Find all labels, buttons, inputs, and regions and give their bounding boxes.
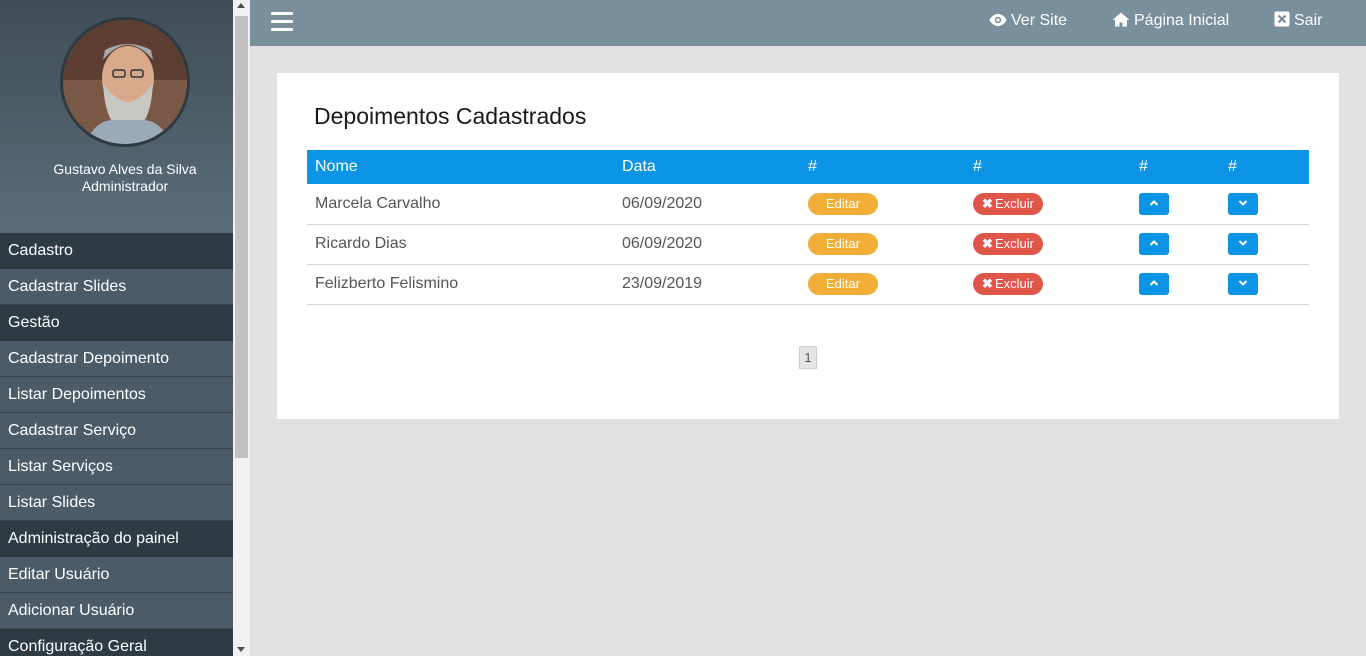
user-name: Gustavo Alves da Silva — [53, 161, 197, 177]
menu-header-administracao: Administração do painel — [0, 521, 233, 557]
move-down-button[interactable] — [1228, 192, 1258, 215]
menu-item-listar-servicos[interactable]: Listar Serviços — [0, 449, 233, 485]
sidebar-scrollbar[interactable] — [233, 0, 250, 656]
scroll-up-icon[interactable] — [237, 3, 245, 8]
menu-item-listar-slides[interactable]: Listar Slides — [0, 485, 233, 521]
cell-nome: Marcela Carvalho — [315, 194, 441, 212]
sair-link[interactable]: Sair — [1274, 0, 1322, 46]
x-icon: ✖ — [982, 195, 993, 211]
x-icon: ✖ — [982, 236, 993, 251]
column-header-move-up: # — [1139, 158, 1148, 175]
delete-button[interactable]: ✖ Excluir — [973, 233, 1043, 255]
hamburger-menu-icon[interactable] — [271, 12, 293, 32]
delete-label: Excluir — [994, 195, 1034, 211]
menu-header-gestao: Gestão — [0, 305, 233, 341]
chevron-down-icon — [1238, 240, 1248, 246]
content-card: Depoimentos Cadastrados Nome Data # # # … — [277, 73, 1339, 419]
column-header-data: Data — [622, 158, 656, 175]
column-header-nome: Nome — [315, 158, 358, 175]
column-header-edit: # — [808, 158, 817, 175]
delete-label: Excluir — [994, 276, 1034, 291]
chevron-down-icon — [1238, 280, 1248, 286]
chevron-up-icon — [1149, 280, 1159, 286]
delete-button[interactable]: ✖ Excluir — [973, 192, 1043, 215]
user-profile: Gustavo Alves da Silva Administrador — [0, 0, 233, 233]
sidebar: Gustavo Alves da Silva Administrador Cad… — [0, 0, 233, 656]
menu-item-cadastrar-slides[interactable]: Cadastrar Slides — [0, 269, 233, 305]
table-row: Ricardo Dias 06/09/2020 Editar ✖ Excluir — [307, 224, 1309, 264]
sidebar-menu: Cadastro Cadastrar Slides Gestão Cadastr… — [0, 233, 233, 656]
eye-icon — [989, 14, 1007, 26]
column-header-move-down: # — [1228, 158, 1237, 175]
move-up-button[interactable] — [1139, 233, 1169, 255]
scroll-thumb[interactable] — [235, 16, 248, 458]
table-row: Marcela Carvalho 06/09/2020 Editar ✖ Excl… — [307, 184, 1309, 224]
pagination-page-1[interactable]: 1 — [799, 346, 817, 369]
menu-item-listar-depoimentos[interactable]: Listar Depoimentos — [0, 377, 233, 413]
menu-item-cadastrar-servico[interactable]: Cadastrar Serviço — [0, 413, 233, 449]
menu-item-editar-usuario[interactable]: Editar Usuário — [0, 557, 233, 593]
menu-item-cadastrar-depoimento[interactable]: Cadastrar Depoimento — [0, 341, 233, 377]
chevron-down-icon — [1238, 200, 1248, 206]
cell-nome: Felizberto Felismino — [315, 275, 459, 292]
table-row: Felizberto Felismino 23/09/2019 Editar ✖… — [307, 264, 1309, 304]
topbar: Ver Site Página Inicial Sair — [250, 0, 1366, 46]
cell-nome: Ricardo Dias — [315, 235, 407, 252]
x-icon: ✖ — [982, 276, 993, 291]
move-down-button[interactable] — [1228, 233, 1258, 255]
column-header-delete: # — [973, 158, 982, 175]
close-box-icon — [1274, 11, 1290, 27]
ver-site-label: Ver Site — [1011, 12, 1068, 29]
testimonials-table: Nome Data # # # # Marcela Carvalho 06/09… — [307, 150, 1309, 305]
move-up-button[interactable] — [1139, 192, 1169, 215]
move-down-button[interactable] — [1228, 273, 1258, 295]
chevron-up-icon — [1149, 240, 1159, 246]
pagina-inicial-link[interactable]: Página Inicial — [1112, 0, 1229, 46]
avatar — [60, 17, 190, 147]
home-icon — [1112, 12, 1130, 27]
move-up-button[interactable] — [1139, 273, 1169, 295]
menu-header-cadastro: Cadastro — [0, 233, 233, 269]
ver-site-link[interactable]: Ver Site — [989, 0, 1067, 46]
delete-label: Excluir — [994, 236, 1034, 251]
page-title: Depoimentos Cadastrados — [314, 103, 587, 129]
edit-button[interactable]: Editar — [808, 233, 878, 255]
chevron-up-icon — [1149, 199, 1159, 206]
cell-data: 23/09/2019 — [622, 275, 703, 292]
cell-data: 06/09/2020 — [622, 235, 703, 252]
table-header-row: Nome Data # # # # — [307, 150, 1309, 184]
sair-label: Sair — [1294, 12, 1323, 29]
menu-item-adicionar-usuario[interactable]: Adicionar Usuário — [0, 593, 233, 629]
pagina-inicial-label: Página Inicial — [1134, 12, 1230, 29]
scroll-down-icon[interactable] — [237, 647, 245, 652]
delete-button[interactable]: ✖ Excluir — [973, 273, 1043, 295]
user-role: Administrador — [81, 178, 169, 194]
menu-header-configuracao-geral: Configuração Geral — [0, 629, 233, 656]
cell-data: 06/09/2020 — [622, 194, 703, 212]
edit-button[interactable]: Editar — [808, 192, 878, 215]
edit-button[interactable]: Editar — [808, 273, 878, 295]
